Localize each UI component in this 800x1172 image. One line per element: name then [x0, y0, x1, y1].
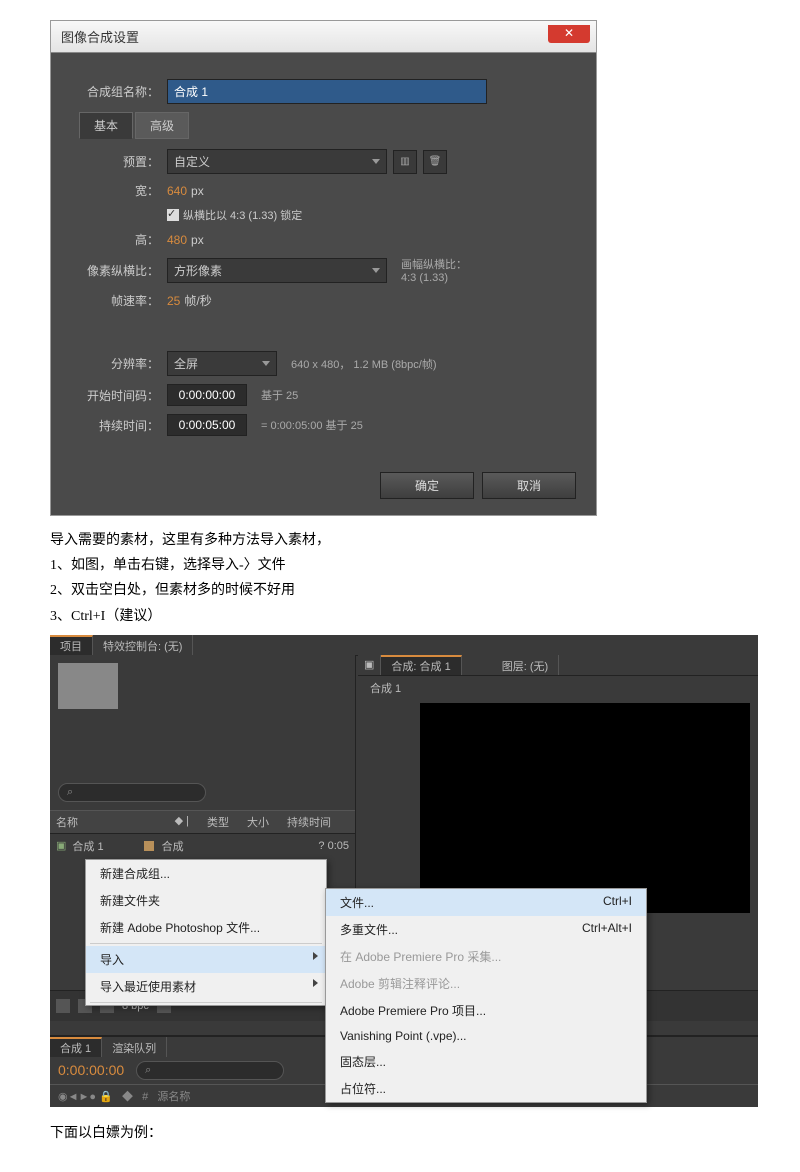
- preset-select[interactable]: 自定义: [167, 149, 387, 174]
- width-label: 宽：: [79, 182, 159, 199]
- menu-new-comp[interactable]: 新建合成组...: [86, 860, 326, 887]
- timeline-tab-render[interactable]: 渲染队列: [102, 1037, 167, 1057]
- close-button[interactable]: ✕: [548, 25, 590, 43]
- preview-area: [420, 703, 750, 913]
- height-label: 高：: [79, 231, 159, 248]
- menu-import[interactable]: 导入: [86, 946, 326, 973]
- timecode[interactable]: 0:00:00:00: [58, 1062, 124, 1078]
- par-label: 像素纵横比：: [79, 262, 159, 279]
- project-item[interactable]: ▣ 合成 1 合成 ? 0:05: [50, 834, 355, 858]
- submenu-solid[interactable]: 固态层...: [326, 1048, 646, 1075]
- width-value[interactable]: 640: [167, 184, 187, 198]
- menu-new-folder[interactable]: 新建文件夹: [86, 887, 326, 914]
- submenu-vpe[interactable]: Vanishing Point (.vpe)...: [326, 1024, 646, 1048]
- submenu-multifile[interactable]: 多重文件...Ctrl+Alt+I: [326, 916, 646, 943]
- ok-button[interactable]: 确定: [380, 472, 474, 499]
- comp-name-input[interactable]: 合成 1: [167, 79, 487, 104]
- tab-comp-viewer[interactable]: 合成: 合成 1: [381, 655, 461, 675]
- par-select[interactable]: 方形像素: [167, 258, 387, 283]
- comp-name-breadcrumb[interactable]: 合成 1: [358, 676, 758, 700]
- resolution-info: 640 x 480， 1.2 MB (8bpc/帧): [291, 356, 437, 372]
- framerate-label: 帧速率：: [79, 292, 159, 309]
- timeline-search[interactable]: ⌕: [136, 1061, 284, 1080]
- dialog-title-text: 图像合成设置: [61, 30, 139, 45]
- lock-aspect-checkbox[interactable]: [167, 209, 179, 221]
- context-menu: 新建合成组... 新建文件夹 新建 Adobe Photoshop 文件... …: [85, 859, 327, 1006]
- tab-project[interactable]: 项目: [50, 635, 93, 655]
- submenu-prproj[interactable]: Adobe Premiere Pro 项目...: [326, 997, 646, 1024]
- chevron-right-icon: [313, 979, 318, 987]
- duration-input[interactable]: 0:00:05:00: [167, 414, 247, 436]
- chevron-right-icon: [313, 952, 318, 960]
- tab-advanced[interactable]: 高级: [135, 112, 189, 139]
- menu-import-recent[interactable]: 导入最近使用素材: [86, 973, 326, 1000]
- menu-new-ps[interactable]: 新建 Adobe Photoshop 文件...: [86, 914, 326, 941]
- footer-text: 下面以白嫖为例：: [50, 1121, 750, 1146]
- resolution-select[interactable]: 全屏: [167, 351, 277, 376]
- ae-screenshot: 项目 特效控制台: (无) ⌕ 名称 ◆ | 类型 大小 持续时间 ▣ 合成 1…: [50, 635, 758, 1105]
- tab-effects[interactable]: 特效控制台: (无): [93, 635, 193, 655]
- timeline-tab-comp[interactable]: 合成 1: [50, 1037, 102, 1057]
- instruction-text: 导入需要的素材，这里有多种方法导入素材， 1、如图，单击右键，选择导入-〉文件 …: [50, 528, 750, 629]
- submenu-capture: 在 Adobe Premiere Pro 采集...: [326, 943, 646, 970]
- cancel-button[interactable]: 取消: [482, 472, 576, 499]
- composition-settings-dialog: 图像合成设置 ✕ 合成组名称： 合成 1 基本 高级 预置： 自定义 ▥ 🗑 宽…: [50, 20, 597, 516]
- thumbnail: [58, 663, 118, 709]
- tab-basic[interactable]: 基本: [79, 112, 133, 139]
- project-columns: 名称 ◆ | 类型 大小 持续时间: [50, 810, 355, 834]
- preset-delete-icon[interactable]: 🗑: [423, 150, 447, 174]
- project-search[interactable]: ⌕: [58, 783, 206, 802]
- import-submenu: 文件...Ctrl+I 多重文件...Ctrl+Alt+I 在 Adobe Pr…: [325, 888, 647, 1103]
- height-value[interactable]: 480: [167, 233, 187, 247]
- submenu-placeholder[interactable]: 占位符...: [326, 1075, 646, 1102]
- preset-label: 预置：: [79, 153, 159, 170]
- duration-label: 持续时间：: [79, 417, 159, 434]
- dialog-titlebar: 图像合成设置 ✕: [51, 21, 596, 53]
- start-tc-label: 开始时间码：: [79, 387, 159, 404]
- start-tc-input[interactable]: 0:00:00:00: [167, 384, 247, 406]
- framerate-value[interactable]: 25: [167, 294, 180, 308]
- preset-save-icon[interactable]: ▥: [393, 150, 417, 174]
- lock-aspect-label: 纵横比以 4:3 (1.33) 锁定: [183, 207, 302, 223]
- tab-layer-viewer[interactable]: 图层: (无): [492, 655, 559, 675]
- submenu-file[interactable]: 文件...Ctrl+I: [326, 889, 646, 916]
- resolution-label: 分辨率：: [79, 355, 159, 372]
- toolbar-icon[interactable]: [56, 999, 70, 1013]
- submenu-annotation: Adobe 剪辑注释评论...: [326, 970, 646, 997]
- comp-name-label: 合成组名称：: [79, 83, 159, 100]
